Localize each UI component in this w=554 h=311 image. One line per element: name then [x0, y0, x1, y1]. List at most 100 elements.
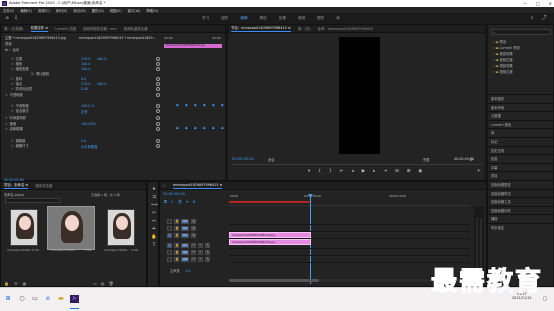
pen-tool-icon[interactable]: ✒ [151, 227, 157, 233]
effects-folder-item[interactable]: › ▬ 视频过渡 [493, 69, 513, 74]
panel-tab-item[interactable]: 标记 [491, 139, 498, 144]
reset-icon[interactable] [156, 115, 160, 120]
tab-sequence[interactable]: mmexport1629897996415 ≡ [173, 183, 223, 189]
reset-icon[interactable] [156, 108, 160, 113]
microphone-icon[interactable]: 🎙 [205, 243, 210, 248]
property-value-secondary[interactable]: 480.0 [97, 57, 106, 61]
property-value[interactable]: 100.00% [81, 122, 96, 126]
reset-icon[interactable] [156, 81, 160, 86]
stopwatch-icon[interactable]: ⏱ [11, 139, 14, 143]
video-viewer[interactable] [339, 37, 380, 154]
icon-view-icon[interactable]: ▦ [23, 281, 27, 286]
new-item-icon[interactable]: ▤ [101, 281, 105, 286]
keyframe-icon[interactable]: ◆ [185, 126, 188, 130]
menu-graphics[interactable]: 图形(G) [92, 8, 104, 13]
panel-tab-item[interactable]: 库 [491, 130, 494, 135]
tab-reference[interactable]: 参考：mmexport1629897996415 [318, 26, 374, 31]
panel-tab-item[interactable]: 旧版标题属性 [491, 182, 511, 187]
menu-view[interactable]: 视图(V) [110, 8, 122, 13]
stopwatch-icon[interactable]: ⏱ [11, 62, 14, 66]
workspace-tab-assembly[interactable]: 组件 [221, 16, 228, 21]
solo-button[interactable]: S [198, 250, 203, 255]
solo-button[interactable]: S [198, 243, 203, 248]
track-label[interactable]: A2 [181, 250, 189, 255]
keyframe-icon[interactable]: ◆ [176, 103, 179, 107]
search-icon[interactable]: ○ [18, 295, 26, 303]
lock-icon[interactable]: 🔒 [174, 243, 179, 248]
tab-audio-clip-mixer[interactable]: 音频剪辑混合器：mm [83, 26, 117, 31]
stopwatch-icon[interactable]: ⏱ [5, 116, 8, 120]
panel-tab-item[interactable]: 捕捉 [491, 216, 498, 221]
minimize-button[interactable]: — [523, 1, 527, 6]
close-icon[interactable]: ✕ [163, 184, 166, 188]
step-back-icon[interactable]: ◂ [352, 169, 354, 174]
program-scrubber[interactable] [232, 164, 482, 165]
tab-source-monitor[interactable]: 源：(无) [298, 26, 311, 31]
workspace-tab-audio[interactable]: 音频 [298, 16, 305, 21]
lift-icon[interactable]: ⊟ [395, 169, 399, 174]
effects-folder-item[interactable]: › ▬ 预设 [493, 39, 506, 44]
track-target-button[interactable] [167, 219, 172, 224]
property-value[interactable]: 正常 [81, 109, 88, 114]
effects-folder-item[interactable]: › ▬ Lumetri 预设 [493, 45, 520, 50]
task-view-icon[interactable]: ▭ [31, 295, 39, 303]
stopwatch-icon[interactable]: ⏱ [5, 122, 8, 126]
delete-icon[interactable]: 🗑 [109, 281, 114, 286]
property-value[interactable]: 270.0 [81, 57, 90, 61]
track-target-button[interactable] [167, 250, 172, 255]
solo-button[interactable]: S [198, 257, 203, 262]
add-marker-icon[interactable]: ▾ [186, 199, 188, 204]
menu-clip[interactable]: 剪辑(C) [38, 8, 50, 13]
lock-icon[interactable]: 🔒 [174, 219, 179, 224]
snap-icon[interactable]: ∩ [171, 199, 174, 204]
lock-icon[interactable]: 🔒 [174, 250, 179, 255]
panel-tab-item[interactable]: 同步锁定 [491, 225, 504, 230]
eye-icon[interactable]: ◉ [191, 233, 196, 238]
nest-icon[interactable]: ⧉ [164, 199, 167, 204]
file-explorer-icon[interactable]: ▬ [57, 295, 65, 303]
effects-folder-item[interactable]: › ▬ 视频效果 [493, 63, 513, 68]
selection-tool-icon[interactable]: ➤ [151, 187, 157, 193]
property-value[interactable]: 100.0 [81, 67, 90, 71]
eye-icon[interactable]: ◉ [191, 219, 196, 224]
reset-icon[interactable] [156, 126, 160, 131]
export-frame-icon[interactable]: ◉ [418, 169, 422, 174]
play-icon[interactable]: ▶ [362, 169, 365, 174]
reset-icon[interactable] [156, 56, 160, 61]
track-lane[interactable] [229, 225, 470, 232]
workspace-tab-libraries[interactable]: 库 [336, 16, 340, 21]
work-area-bar[interactable] [229, 201, 311, 203]
menu-file[interactable]: 文件(F) [3, 8, 14, 13]
in-point-icon[interactable]: { [318, 169, 321, 174]
timeline-settings-icon[interactable]: ⚙ [192, 199, 195, 204]
menu-help[interactable]: 帮助(H) [146, 8, 158, 13]
stopwatch-icon[interactable]: ⏱ [11, 144, 14, 148]
track-label[interactable]: A3 [181, 257, 189, 262]
project-thumbnail-selected[interactable] [47, 206, 95, 250]
project-thumbnail[interactable] [10, 209, 38, 246]
workspace-tab-graphics[interactable]: 图形 [317, 16, 324, 21]
workspace-tab-learn[interactable]: 学习 [202, 16, 209, 21]
share-icon[interactable]: ⤴ [541, 15, 547, 21]
keyframe-icon[interactable]: ◆ [185, 103, 188, 107]
import-icon[interactable]: ⇩ [13, 15, 19, 21]
panel-tab-item[interactable]: 项目 [491, 173, 498, 178]
list-view-icon[interactable]: ☰ [14, 281, 18, 286]
property-value[interactable]: 0.0 [81, 139, 86, 143]
time-ruler[interactable]: 00:00 00:00:05:00 00:00:10:00 [229, 192, 470, 206]
fit-dropdown[interactable]: 适合 [268, 157, 275, 162]
stopwatch-icon[interactable]: ⏱ [11, 104, 14, 108]
track-target-button[interactable] [167, 257, 172, 262]
linked-selection-icon[interactable]: ⛓ [178, 199, 183, 204]
slip-tool-icon[interactable]: ↔ [151, 219, 157, 225]
property-value[interactable]: 0.0 [81, 77, 86, 81]
project-thumbnail[interactable] [107, 209, 135, 246]
stopwatch-icon[interactable]: ⏱ [5, 127, 8, 131]
property-value[interactable]: 水平和垂直 [81, 144, 97, 149]
track-lane[interactable] [229, 218, 470, 225]
keyframe-icon[interactable]: ◆ [194, 126, 197, 130]
go-to-in-icon[interactable]: ⇤ [340, 169, 344, 174]
reset-icon[interactable] [156, 86, 160, 91]
close-button[interactable]: ✕ [549, 1, 552, 6]
panel-tab-item[interactable]: 旧版标题工具 [491, 199, 511, 204]
